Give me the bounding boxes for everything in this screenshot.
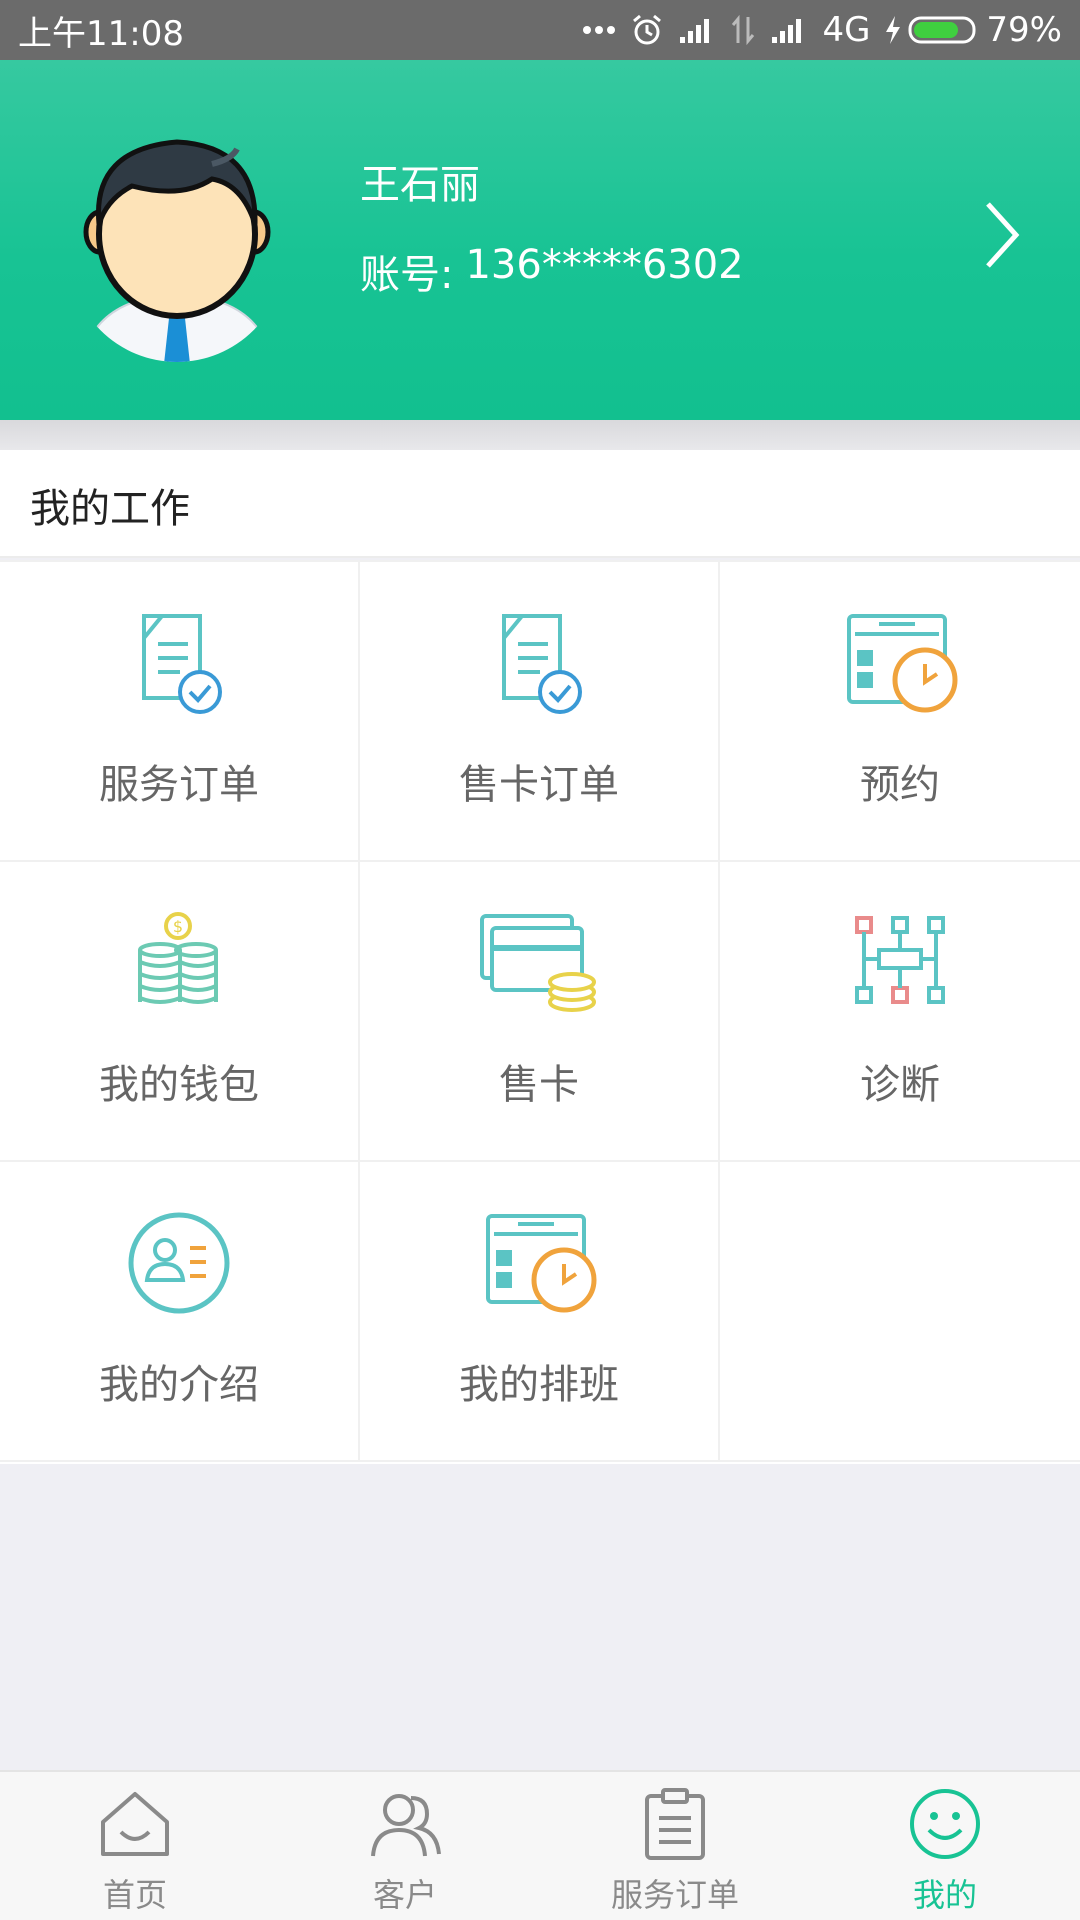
- document-check-icon: [502, 614, 582, 714]
- grid-item-label: 服务订单: [99, 762, 259, 808]
- profile-account: 账号: 136*****6302: [360, 242, 744, 300]
- grid-item-label: 预约: [860, 762, 940, 808]
- clipboard-icon: [645, 1788, 705, 1860]
- grid-item-empty: [720, 1162, 1080, 1462]
- grid-item-label: 售卡: [499, 1062, 579, 1108]
- grid-item-service-order[interactable]: 服务订单: [0, 562, 360, 862]
- smile-icon: [910, 1789, 980, 1859]
- tab-label: 服务订单: [610, 1876, 739, 1914]
- grid-item-schedule[interactable]: 我的排班: [360, 1162, 720, 1462]
- network-type: 4G: [822, 10, 871, 50]
- status-bar: 上午11:08 4G 79%: [0, 0, 1080, 60]
- more-dots-icon: [583, 26, 616, 34]
- grid-item-label: 诊断: [860, 1062, 940, 1108]
- tab-customers[interactable]: 客户: [270, 1772, 540, 1920]
- tab-label: 首页: [102, 1876, 167, 1914]
- signal-icon-2: [772, 19, 802, 43]
- grid-item-label: 我的排班: [459, 1362, 619, 1408]
- grid-item-appointment[interactable]: 预约: [720, 562, 1080, 862]
- tab-label: 我的: [912, 1876, 977, 1914]
- battery-icon: [908, 16, 976, 44]
- grid-item-diagnosis[interactable]: 诊断: [720, 862, 1080, 1162]
- calendar-clock-icon: [847, 614, 958, 713]
- grid-item-sell-card[interactable]: 售卡: [360, 862, 720, 1162]
- profile-header[interactable]: 王石丽 账号: 136*****6302: [0, 60, 1080, 420]
- calendar-clock-icon: [486, 1214, 597, 1313]
- account-label: 账号:: [360, 252, 454, 298]
- alarm-icon: [633, 14, 662, 45]
- avatar[interactable]: [62, 124, 292, 364]
- chevron-right-icon[interactable]: [982, 200, 1022, 270]
- profile-card-icon: [128, 1212, 230, 1314]
- grid-item-label: 售卡订单: [459, 762, 619, 808]
- diagram-icon: [855, 916, 945, 1004]
- signal-icon: [680, 19, 710, 43]
- coins-icon: $: [138, 912, 218, 1004]
- grid-item-wallet[interactable]: $ 我的钱包: [0, 862, 360, 1162]
- data-transfer-icon: [732, 15, 755, 45]
- tab-label: 客户: [372, 1876, 437, 1914]
- tab-home[interactable]: 首页: [0, 1772, 270, 1920]
- grid-item-introduction[interactable]: 我的介绍: [0, 1162, 360, 1462]
- tab-mine[interactable]: 我的: [810, 1772, 1080, 1920]
- work-grid: 服务订单 售卡订单 预约 $ 我的钱包 售卡 诊断 我的介绍 我的排班: [0, 560, 1080, 1464]
- document-check-icon: [142, 614, 222, 714]
- battery: 79%: [884, 10, 1062, 50]
- profile-name: 王石丽: [360, 162, 480, 208]
- status-time: 上午11:08: [18, 13, 184, 54]
- home-icon: [101, 1792, 169, 1856]
- grid-item-label: 我的钱包: [99, 1062, 259, 1108]
- tab-service-orders[interactable]: 服务订单: [540, 1772, 810, 1920]
- tab-bar: 首页 客户 服务订单 我的: [0, 1770, 1080, 1920]
- status-icons: 4G 79%: [582, 10, 1062, 50]
- account-number: 136*****6302: [465, 242, 744, 288]
- svg-text:$: $: [173, 917, 183, 936]
- grid-item-label: 我的介绍: [99, 1362, 259, 1408]
- users-icon: [371, 1794, 441, 1857]
- header-divider: [0, 420, 1080, 450]
- grid-item-card-order[interactable]: 售卡订单: [360, 562, 720, 862]
- cards-coins-icon: [480, 914, 596, 1012]
- work-section-header: 我的工作: [0, 450, 1080, 558]
- battery-percent: 79%: [986, 10, 1062, 50]
- section-title: 我的工作: [30, 486, 190, 532]
- charging-icon: [886, 16, 901, 44]
